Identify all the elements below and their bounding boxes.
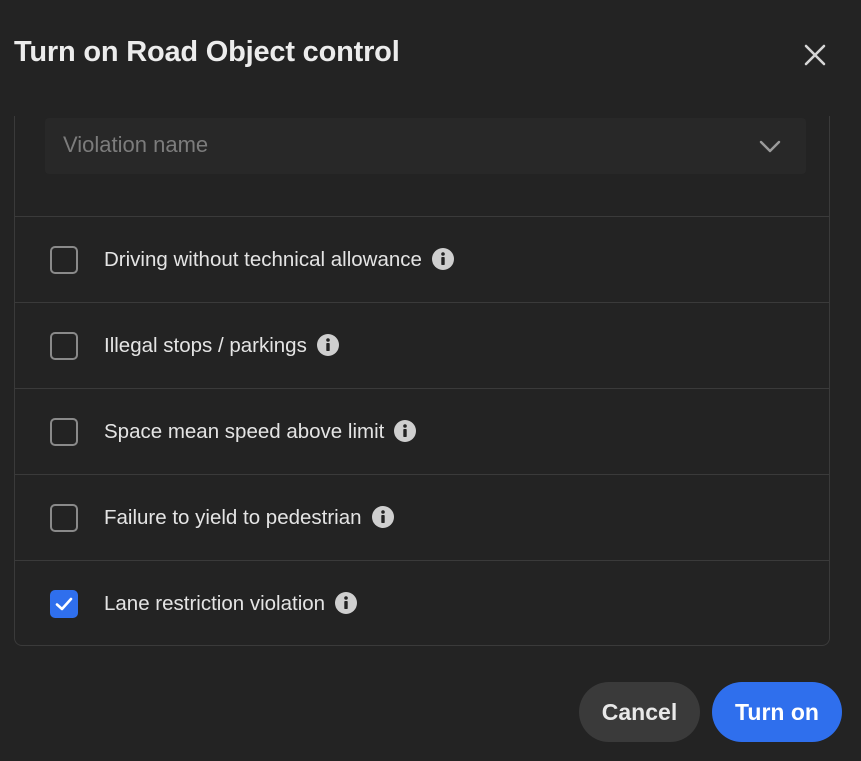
violation-name-select[interactable]: Violation name — [45, 118, 806, 174]
checkbox[interactable] — [50, 332, 78, 360]
select-placeholder: Violation name — [63, 132, 209, 157]
violation-label: Driving without technical allowance — [104, 248, 422, 271]
violation-list: Driving without technical allowance Ille… — [15, 216, 829, 646]
violation-label: Space mean speed above limit — [104, 420, 385, 443]
list-item[interactable]: Failure to yield to pedestrian — [15, 474, 829, 560]
close-icon — [804, 44, 826, 66]
info-icon[interactable] — [371, 505, 394, 528]
checkbox[interactable] — [50, 418, 78, 446]
dialog-title: Turn on Road Object control — [14, 36, 400, 68]
violation-label: Lane restriction violation — [104, 592, 326, 615]
cancel-button[interactable]: Cancel — [579, 682, 700, 742]
turn-on-button[interactable]: Turn on — [712, 682, 842, 742]
checkbox[interactable] — [50, 590, 78, 618]
list-item[interactable]: Space mean speed above limit — [15, 388, 829, 474]
checkbox[interactable] — [50, 504, 78, 532]
list-item[interactable]: Lane restriction violation — [15, 560, 829, 646]
violation-label: Illegal stops / parkings — [104, 334, 307, 357]
list-item[interactable]: Illegal stops / parkings — [15, 302, 829, 388]
chevron-down-icon — [759, 140, 781, 153]
info-icon[interactable] — [316, 333, 339, 356]
info-icon[interactable] — [394, 419, 417, 442]
close-button[interactable] — [800, 40, 830, 70]
list-item[interactable]: Driving without technical allowance — [15, 216, 829, 302]
check-icon — [55, 597, 73, 611]
info-icon[interactable] — [335, 591, 358, 614]
info-icon[interactable] — [431, 247, 454, 270]
violation-label: Failure to yield to pedestrian — [104, 506, 362, 529]
violations-panel: Violation name Driving without technical… — [14, 116, 830, 646]
checkbox[interactable] — [50, 246, 78, 274]
dialog: Turn on Road Object control Violation na… — [0, 0, 861, 761]
